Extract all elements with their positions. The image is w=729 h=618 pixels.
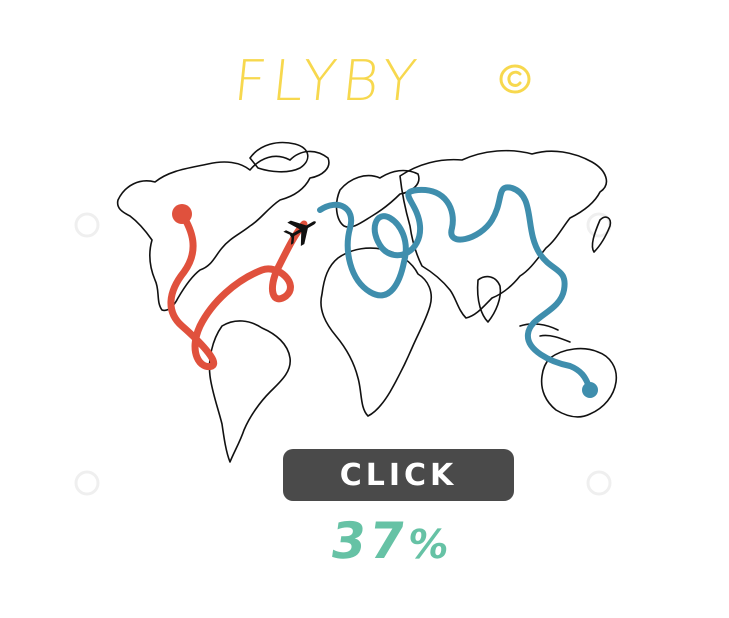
continent-outlines (116, 141, 618, 463)
world-map (116, 141, 618, 463)
route-east (317, 184, 593, 393)
progress-readout: 37% (326, 512, 475, 580)
route-end-marker (582, 382, 598, 398)
south-america-outline (208, 320, 291, 463)
japan-outline (591, 216, 612, 253)
click-button[interactable]: CLICK (283, 449, 514, 501)
route-start-marker (172, 204, 192, 224)
india-outline (476, 275, 502, 323)
progress-value: 37 (326, 512, 413, 570)
game-title: FLYBY (230, 48, 554, 120)
watermark-icon (74, 470, 100, 496)
watermark-icon (74, 212, 100, 238)
game-screen: FLYBY CLICK 37% (0, 0, 729, 618)
progress-suffix: % (404, 522, 456, 568)
game-title-text: FLYBY (230, 49, 426, 114)
africa-outline (320, 247, 433, 417)
copyright-icon (499, 64, 531, 94)
